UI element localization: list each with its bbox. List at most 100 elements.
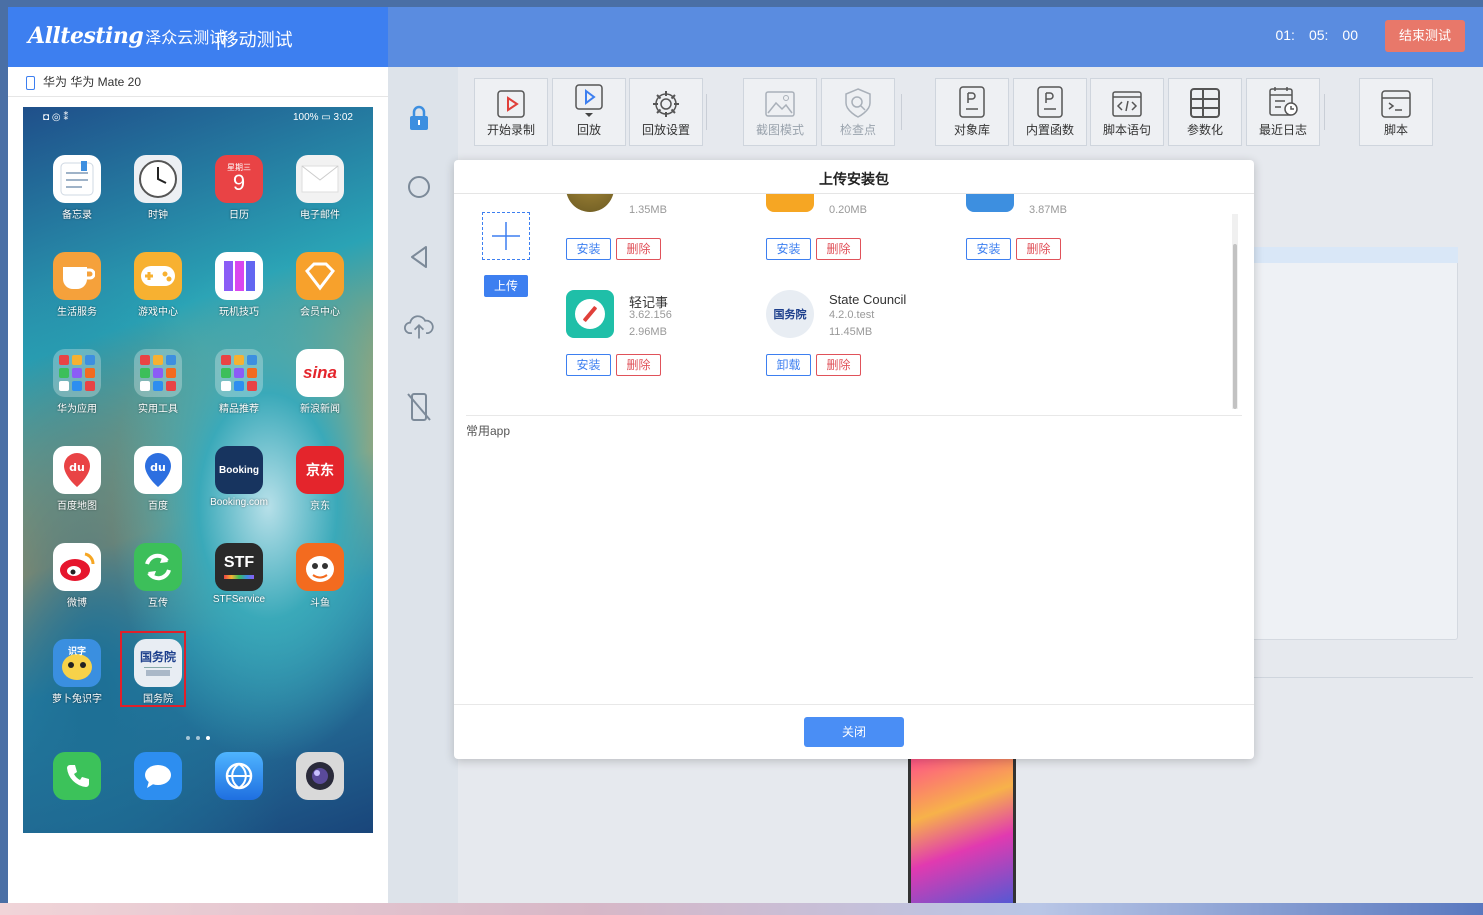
app-label: 斗鱼 — [310, 598, 330, 609]
app-label: 互传 — [148, 598, 168, 609]
toolbar-label: 脚本 — [1383, 123, 1408, 137]
app-douyu[interactable]: 斗鱼 — [280, 543, 360, 609]
timer-hours: 01: — [1275, 27, 1295, 43]
delete-button[interactable]: 删除 — [816, 354, 861, 376]
app-gamepad[interactable]: 游戏中心 — [118, 252, 198, 318]
end-test-button[interactable]: 结束测试 — [1385, 20, 1465, 52]
app-sina[interactable]: sina 新浪新闻 — [280, 349, 360, 415]
app-label: 生活服务 — [57, 307, 97, 318]
install-button[interactable]: 安装 — [966, 238, 1011, 260]
toolbar-label: 截图模式 — [755, 123, 804, 137]
device-screen[interactable]: ◘ ◎ ⁑ 100% ▭ 3:02 备忘录 时钟 星期三 9 日历 电子邮件 生活服务 游戏中… — [23, 107, 373, 833]
toolbar-separator — [1324, 94, 1325, 130]
release-device-icon[interactable] — [404, 392, 434, 422]
dock-browser[interactable] — [199, 752, 279, 800]
lock-icon[interactable] — [404, 103, 434, 133]
delete-button[interactable]: 删除 — [616, 354, 661, 376]
camera-icon — [296, 752, 344, 800]
package-icon — [766, 194, 814, 212]
page-indicator — [183, 729, 213, 743]
app-window: Alltesting 泽众云测试 |移动测试 01: 05: 00 结束测试 华为 华… — [8, 7, 1483, 910]
app-label: 微博 — [67, 598, 87, 609]
app-map-pin[interactable]: du 百度地图 — [37, 446, 117, 512]
folder-icon — [53, 349, 101, 397]
app-memo[interactable]: 备忘录 — [37, 155, 117, 221]
app-transfer[interactable]: 互传 — [118, 543, 198, 609]
logo: Alltesting 泽众云测试 — [28, 23, 226, 49]
phone-icon — [26, 75, 35, 90]
app-stf[interactable]: STF STFService — [199, 543, 279, 605]
gear-icon — [630, 79, 702, 119]
toolbar-terminal-button[interactable]: 脚本 — [1359, 78, 1433, 146]
toolbar-record-button[interactable]: 开始录制 — [474, 78, 548, 146]
app-book[interactable]: 玩机技巧 — [199, 252, 279, 318]
close-button[interactable]: 关闭 — [804, 717, 904, 747]
svg-text:du: du — [69, 461, 85, 474]
toolbar-separator — [901, 94, 902, 130]
upload-cloud-icon[interactable] — [404, 312, 434, 342]
toolbar-label: 检查点 — [839, 123, 876, 137]
package-size: 11.45MB — [829, 326, 873, 338]
toolbar-gear-button[interactable]: 回放设置 — [629, 78, 703, 146]
home-icon[interactable] — [404, 172, 434, 202]
app-folder[interactable]: 实用工具 — [118, 349, 198, 415]
package-icon — [966, 194, 1014, 212]
toolbar-checkpoint-button[interactable]: 检查点 — [821, 78, 895, 146]
upload-button[interactable]: 上传 — [484, 275, 528, 297]
package-card: 3.87MB 安装 删除 — [966, 194, 1166, 260]
toolbar-image-button[interactable]: 截图模式 — [743, 78, 817, 146]
common-apps-label: 常用app — [466, 424, 511, 438]
app-paw[interactable]: du 百度 — [118, 446, 198, 512]
calendar-icon: 星期三 9 — [215, 155, 263, 203]
toolbar-playback-button[interactable]: 回放 — [552, 78, 626, 146]
toolbar-code-button[interactable]: 脚本语句 — [1090, 78, 1164, 146]
app-label: 日历 — [229, 210, 249, 221]
app-label: 游戏中心 — [138, 307, 178, 318]
toolbar-grid-button[interactable]: 参数化 — [1168, 78, 1242, 146]
checkpoint-icon — [822, 79, 894, 119]
app-mail[interactable]: 电子邮件 — [280, 155, 360, 221]
toolbar-function-button[interactable]: 内置函数 — [1013, 78, 1087, 146]
add-package-box[interactable] — [482, 212, 530, 260]
toolbar-label: 最近日志 — [1258, 123, 1307, 137]
toolbar-object-library-button[interactable]: 对象库 — [935, 78, 1009, 146]
app-label: 备忘录 — [62, 210, 92, 221]
dock-message[interactable] — [118, 752, 198, 800]
package-name: State Council — [829, 292, 907, 307]
state-council-icon: 国务院 — [766, 290, 814, 338]
app-label: Booking.com — [210, 497, 268, 508]
device-controls — [388, 67, 458, 910]
app-bunny[interactable]: 识字 萝卜兔识字 — [37, 639, 117, 705]
app-label: 精品推荐 — [219, 404, 259, 415]
header-brand: Alltesting 泽众云测试 |移动测试 — [8, 7, 388, 67]
back-icon[interactable] — [404, 242, 434, 272]
package-version: 3.62.156 — [629, 309, 672, 321]
app-calendar[interactable]: 星期三 9 日历 — [199, 155, 279, 221]
delete-button[interactable]: 删除 — [616, 238, 661, 260]
object-library-icon — [936, 79, 1008, 119]
install-button[interactable]: 安装 — [566, 238, 611, 260]
delete-button[interactable]: 删除 — [816, 238, 861, 260]
app-jd[interactable]: 京东 京东 — [280, 446, 360, 512]
app-diamond[interactable]: 会员中心 — [280, 252, 360, 318]
dock-camera[interactable] — [280, 752, 360, 800]
toolbar-log-button[interactable]: 最近日志 — [1246, 78, 1320, 146]
sina-icon: sina — [296, 349, 344, 397]
install-button[interactable]: 安装 — [766, 238, 811, 260]
mail-icon — [296, 155, 344, 203]
uninstall-button[interactable]: 卸载 — [766, 354, 811, 376]
install-button[interactable]: 安装 — [566, 354, 611, 376]
phone-icon — [53, 752, 101, 800]
app-clock[interactable]: 时钟 — [118, 155, 198, 221]
app-cup[interactable]: 生活服务 — [37, 252, 117, 318]
app-weibo[interactable]: 微博 — [37, 543, 117, 609]
package-list-scrollbar[interactable] — [1232, 214, 1238, 409]
background-phone-preview — [908, 752, 1016, 910]
dock-phone[interactable] — [37, 752, 117, 800]
folder-icon — [134, 349, 182, 397]
app-booking[interactable]: Booking Booking.com — [199, 446, 279, 508]
app-folder[interactable]: 华为应用 — [37, 349, 117, 415]
app-folder[interactable]: 精品推荐 — [199, 349, 279, 415]
delete-button[interactable]: 删除 — [1016, 238, 1061, 260]
stf-icon: STF — [215, 543, 263, 591]
